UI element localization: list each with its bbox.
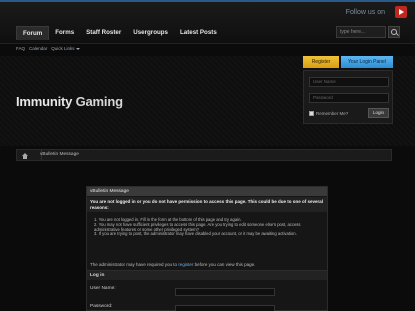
login-panel: User Name Password Remember Me? Login [303,70,393,124]
follow-us-text: Follow us on [345,9,385,16]
message-title: vBulletin Message [87,187,327,196]
username-label: User Name: [90,286,116,291]
login-panel-button[interactable]: Your Login Panel [341,56,393,68]
nav-tab-latest-posts[interactable]: Latest Posts [174,26,223,40]
logo-word-immunity: Immunity [16,94,73,109]
search-input[interactable]: type here... [336,26,386,38]
reason-item: 3. If you are trying to post, the admini… [94,231,297,237]
breadcrumb: vBulletin Message [16,149,392,161]
nav-tab-forum[interactable]: Forum [16,26,50,40]
login-form-title: Log in [87,271,327,280]
register-button[interactable]: Register [303,56,339,68]
sub-nav: FAQ Calendar Quick Links [16,44,80,54]
subnav-calendar[interactable]: Calendar [29,44,47,54]
nav-tab-usergroups[interactable]: Usergroups [127,26,174,40]
chevron-down-icon [75,47,80,50]
message-warning: You are not logged in or you do not have… [87,197,327,212]
message-footer: The administrator may have required you … [90,262,255,267]
quick-links-label: Quick Links [51,46,75,51]
home-icon[interactable] [22,153,28,159]
subnav-quick-links[interactable]: Quick Links [51,44,80,54]
top-bar: Follow us on Forum Forms Staff Roster Us… [0,0,415,44]
message-box: vBulletin Message You are not logged in … [86,186,328,274]
username-input[interactable] [175,288,275,296]
remember-me-checkbox[interactable] [309,111,314,116]
footer-prefix: The administrator may have required you … [90,262,178,267]
search-icon[interactable] [388,26,400,38]
password-field[interactable]: Password [309,93,389,103]
logo-word-gaming: Gaming [75,94,123,109]
password-label: Password: [90,304,113,309]
site-logo[interactable]: Immunity Gaming [16,94,123,109]
login-form: Log in User Name: Password: [86,270,328,311]
subnav-faq[interactable]: FAQ [16,44,25,54]
breadcrumb-current: vBulletin Message [40,152,79,157]
nav-tab-staff-roster[interactable]: Staff Roster [80,26,127,40]
register-link[interactable]: register [178,262,193,267]
reason-list: 1. You are not logged in. Fill in the fo… [94,217,324,237]
login-button[interactable]: Login [368,108,389,118]
username-field[interactable]: User Name [309,77,389,87]
top-accent-line [0,0,415,2]
main-nav: Forum Forms Staff Roster Usergroups Late… [16,26,223,40]
password-input[interactable] [175,305,275,311]
nav-tab-forms[interactable]: Forms [49,26,80,40]
footer-suffix: before you can view this page. [194,262,256,267]
youtube-icon[interactable] [395,6,407,18]
remember-me-label: Remember Me? [316,111,349,116]
